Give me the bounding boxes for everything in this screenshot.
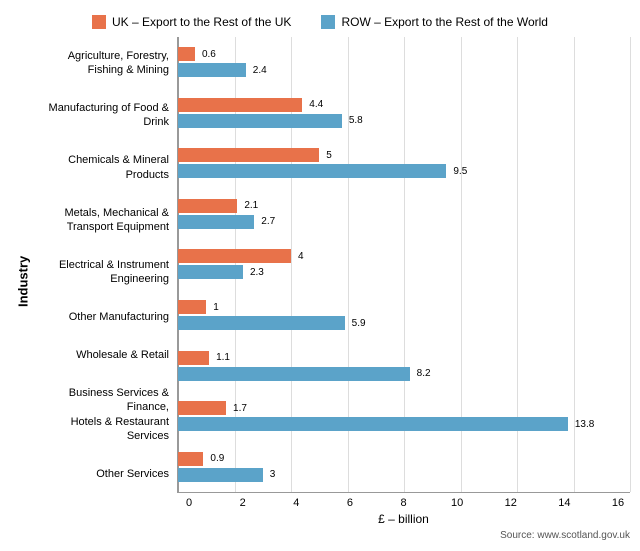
uk-bar bbox=[178, 351, 209, 365]
uk-bar-row: 2.1 bbox=[178, 199, 630, 213]
uk-bar-value: 4 bbox=[298, 251, 304, 262]
uk-bar bbox=[178, 300, 206, 314]
bar-group: 2.12.7 bbox=[178, 197, 630, 231]
chart-container: UK – Export to the Rest of the UK ROW – … bbox=[0, 0, 640, 551]
uk-bar-value: 0.6 bbox=[202, 49, 216, 60]
uk-bar-row: 0.9 bbox=[178, 452, 630, 466]
row-bar-value: 9.5 bbox=[453, 166, 467, 177]
uk-bar bbox=[178, 401, 226, 415]
x-tick-label: 6 bbox=[338, 497, 362, 509]
x-tick-label: 4 bbox=[284, 497, 308, 509]
x-tick-label: 0 bbox=[177, 497, 201, 509]
row-bar-row: 5.8 bbox=[178, 114, 630, 128]
row-bar-row: 8.2 bbox=[178, 367, 630, 381]
x-tick-label: 12 bbox=[499, 497, 523, 509]
x-tick-label: 16 bbox=[606, 497, 630, 509]
x-axis-title: £ – billion bbox=[177, 512, 630, 526]
x-tick-label: 10 bbox=[445, 497, 469, 509]
legend-uk-label: UK – Export to the Rest of the UK bbox=[112, 15, 291, 29]
uk-bar-row: 5 bbox=[178, 148, 630, 162]
legend-row-label: ROW – Export to the Rest of the World bbox=[341, 15, 548, 29]
category-label: Electrical & InstrumentEngineering bbox=[32, 258, 177, 287]
uk-bar bbox=[178, 47, 195, 61]
category-label: Agriculture, Forestry,Fishing & Mining bbox=[32, 49, 177, 78]
row-bar-row: 5.9 bbox=[178, 316, 630, 330]
bar-group: 59.5 bbox=[178, 146, 630, 180]
uk-bar-row: 1.7 bbox=[178, 401, 630, 415]
row-bar-value: 2.3 bbox=[250, 267, 264, 278]
category-label: Other Services bbox=[32, 467, 177, 481]
row-bar bbox=[178, 316, 345, 330]
uk-bar-value: 0.9 bbox=[210, 453, 224, 464]
row-bar bbox=[178, 367, 410, 381]
uk-bar-row: 4.4 bbox=[178, 98, 630, 112]
bar-group: 0.93 bbox=[178, 450, 630, 484]
row-bar bbox=[178, 265, 243, 279]
row-bar-value: 5.9 bbox=[352, 318, 366, 329]
x-tick-label: 8 bbox=[392, 497, 416, 509]
uk-bar-value: 4.4 bbox=[309, 99, 323, 110]
source: Source: www.scotland.gov.uk bbox=[10, 530, 630, 541]
row-bar-value: 5.8 bbox=[349, 115, 363, 126]
row-bar-row: 9.5 bbox=[178, 164, 630, 178]
uk-bar bbox=[178, 249, 291, 263]
row-bar-row: 2.3 bbox=[178, 265, 630, 279]
bar-group: 42.3 bbox=[178, 247, 630, 281]
bar-group: 1.7 13.8 bbox=[178, 399, 630, 433]
row-bar-row: 13.8 bbox=[178, 417, 630, 431]
category-label: Metals, Mechanical &Transport Equipment bbox=[32, 206, 177, 235]
uk-bar bbox=[178, 452, 203, 466]
bars-and-labels: Agriculture, Forestry,Fishing & Mining Ma… bbox=[32, 37, 630, 493]
row-bar-row: 2.4 bbox=[178, 63, 630, 77]
chart-inner: Agriculture, Forestry,Fishing & Mining Ma… bbox=[32, 37, 630, 526]
uk-bar-value: 2.1 bbox=[244, 200, 258, 211]
grid-line bbox=[630, 37, 631, 492]
y-axis-label: Industry bbox=[10, 37, 32, 526]
bar-group: 0.6 2.4 bbox=[178, 45, 630, 79]
bars-area: 0.62.44.45.859.52.12.742.315.91.18.21.71… bbox=[177, 37, 630, 493]
bar-group: 15.9 bbox=[178, 298, 630, 332]
uk-bar-value: 5 bbox=[326, 150, 332, 161]
row-bar-row: 3 bbox=[178, 468, 630, 482]
bar-group: 4.4 5.8 bbox=[178, 96, 630, 130]
row-bar bbox=[178, 114, 342, 128]
row-bar-value: 2.7 bbox=[261, 216, 275, 227]
category-label: Business Services & Finance,Hotels & Res… bbox=[32, 386, 177, 443]
x-axis-ticks: 0 2 4 6 8 10 12 14 16 bbox=[177, 493, 630, 509]
legend-row-color bbox=[321, 15, 335, 29]
row-bar bbox=[178, 215, 254, 229]
uk-bar-row: 4 bbox=[178, 249, 630, 263]
row-bar-value: 8.2 bbox=[417, 368, 431, 379]
uk-bar-value: 1 bbox=[213, 302, 219, 313]
row-bar bbox=[178, 63, 246, 77]
uk-bar-value: 1.7 bbox=[233, 403, 247, 414]
legend: UK – Export to the Rest of the UK ROW – … bbox=[10, 15, 630, 29]
row-bar bbox=[178, 417, 568, 431]
bar-group: 1.1 8.2 bbox=[178, 349, 630, 383]
uk-bar-row: 1 bbox=[178, 300, 630, 314]
row-bar-value: 2.4 bbox=[253, 65, 267, 76]
row-bar-value: 13.8 bbox=[575, 419, 594, 430]
legend-uk: UK – Export to the Rest of the UK bbox=[92, 15, 291, 29]
uk-bar bbox=[178, 98, 302, 112]
uk-bar bbox=[178, 199, 237, 213]
category-labels: Agriculture, Forestry,Fishing & Mining Ma… bbox=[32, 37, 177, 493]
row-bar-row: 2.7 bbox=[178, 215, 630, 229]
category-label: Other Manufacturing bbox=[32, 310, 177, 324]
x-tick-label: 2 bbox=[231, 497, 255, 509]
row-bar bbox=[178, 164, 446, 178]
category-label: Chemicals & MineralProducts bbox=[32, 153, 177, 182]
uk-bar-row: 1.1 bbox=[178, 351, 630, 365]
uk-bar-value: 1.1 bbox=[216, 352, 230, 363]
row-bar-value: 3 bbox=[270, 469, 276, 480]
chart-area: Industry Agriculture, Forestry,Fishing &… bbox=[10, 37, 630, 526]
legend-row: ROW – Export to the Rest of the World bbox=[321, 15, 548, 29]
category-label: Wholesale & Retail bbox=[32, 348, 177, 362]
x-tick-label: 14 bbox=[552, 497, 576, 509]
uk-bar-row: 0.6 bbox=[178, 47, 630, 61]
row-bar bbox=[178, 468, 263, 482]
uk-bar bbox=[178, 148, 319, 162]
legend-uk-color bbox=[92, 15, 106, 29]
category-label: Manufacturing of Food &Drink bbox=[32, 101, 177, 130]
